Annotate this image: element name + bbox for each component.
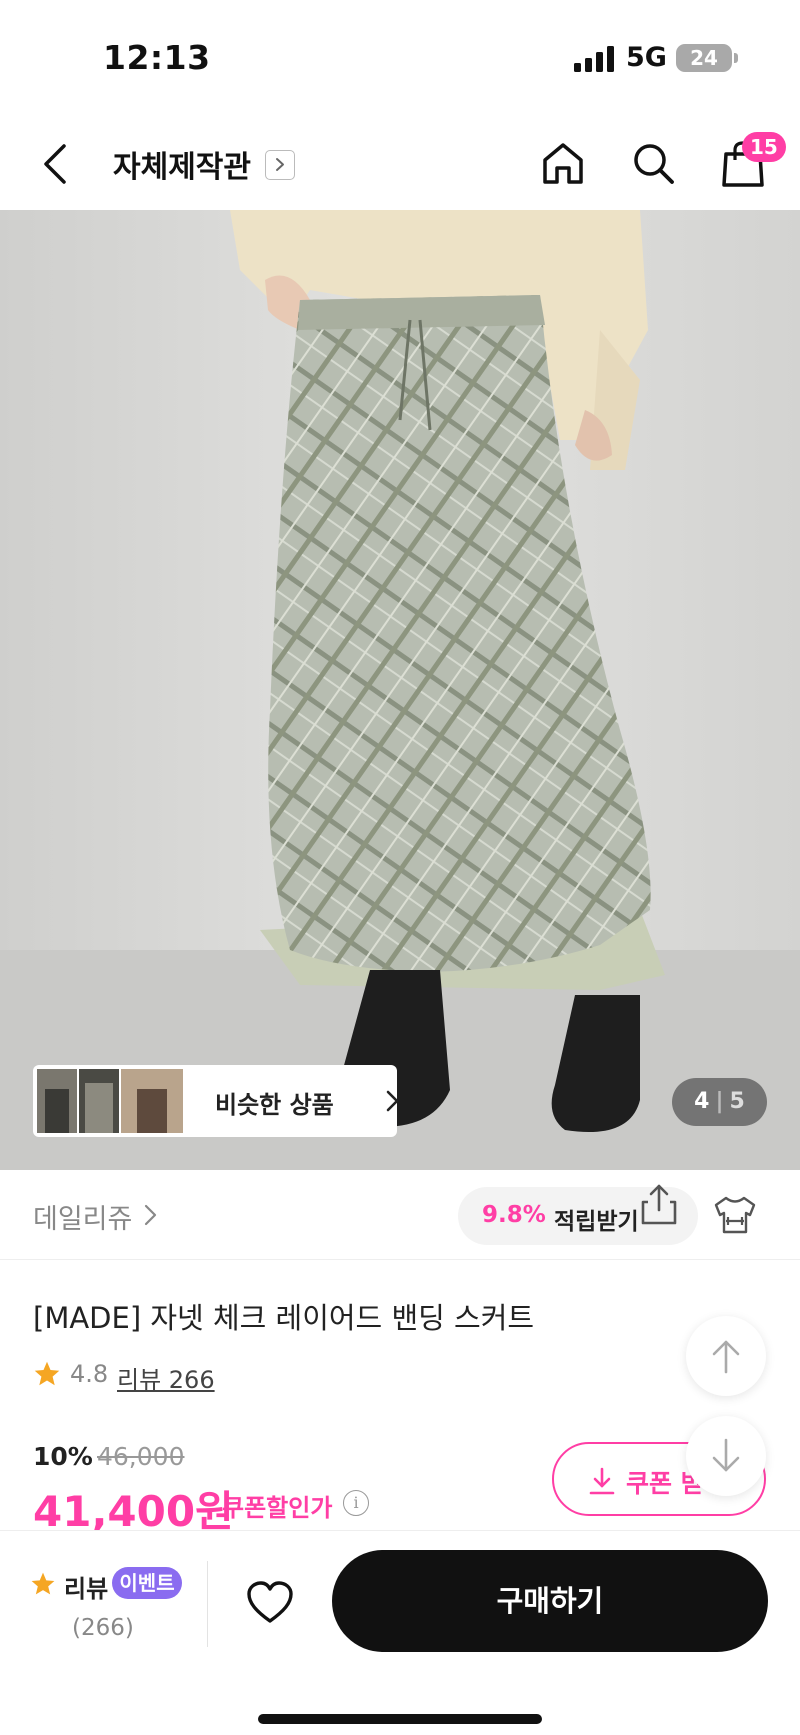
chevron-right-icon[interactable] xyxy=(265,150,295,180)
chevron-right-icon[interactable] xyxy=(143,1203,159,1227)
star-icon xyxy=(31,1572,55,1595)
status-bar: 12:13 5G 24 xyxy=(0,0,800,110)
chevron-right-icon xyxy=(386,1090,399,1112)
points-label: 적립받기 xyxy=(554,1209,639,1235)
home-indicator xyxy=(258,1714,542,1724)
discount-rate: 10% xyxy=(33,1442,93,1471)
battery-tip xyxy=(734,53,738,63)
event-badge: 이벤트 xyxy=(112,1567,182,1599)
review-summary-button[interactable]: 리뷰 이벤트 (266) xyxy=(30,1567,200,1647)
signal-icon xyxy=(574,46,614,72)
buy-button[interactable]: 구매하기 xyxy=(332,1550,768,1652)
share-icon[interactable] xyxy=(640,1182,678,1226)
similar-thumbnail xyxy=(37,1069,77,1133)
page-title[interactable]: 자체제작관 xyxy=(113,142,251,186)
image-counter-current: 4 xyxy=(694,1089,710,1114)
review-link[interactable]: 리뷰 266 xyxy=(117,1360,215,1395)
star-icon xyxy=(34,1361,60,1386)
download-icon xyxy=(589,1467,615,1495)
battery-indicator: 24 xyxy=(676,44,732,72)
arrow-up-icon xyxy=(712,1340,740,1374)
points-percent: 9.8% xyxy=(482,1202,546,1228)
search-icon[interactable] xyxy=(630,140,676,186)
review-count: (266) xyxy=(72,1615,134,1641)
scroll-top-button[interactable] xyxy=(686,1316,766,1396)
similar-thumbnail xyxy=(121,1069,183,1133)
product-image-gallery[interactable]: 비슷한 상품 4 | 5 xyxy=(0,210,800,1170)
back-icon[interactable] xyxy=(36,142,76,186)
home-icon[interactable] xyxy=(540,140,586,186)
fit-icon[interactable] xyxy=(712,1195,758,1235)
image-counter: 4 | 5 xyxy=(672,1078,767,1126)
brand-row: 데일리쥬 9.8% 적립받기 xyxy=(0,1170,800,1260)
network-type: 5G xyxy=(626,42,667,73)
status-time: 12:13 xyxy=(103,38,211,77)
scroll-bottom-button[interactable] xyxy=(686,1416,766,1496)
product-name: [MADE] 자넷 체크 레이어드 밴딩 스커트 xyxy=(33,1301,535,1335)
image-counter-total: 5 xyxy=(729,1089,745,1114)
price-note: 쿠폰할인가 xyxy=(222,1494,333,1522)
review-label: 리뷰 xyxy=(64,1575,109,1603)
similar-thumbnail xyxy=(79,1069,119,1133)
product-photo xyxy=(0,210,800,1170)
rating-score: 4.8 xyxy=(70,1360,109,1388)
top-nav: 자체제작관 15 xyxy=(0,120,800,210)
image-counter-separator: | xyxy=(715,1089,724,1114)
original-price: 46,000 xyxy=(97,1442,185,1471)
heart-icon[interactable] xyxy=(246,1581,294,1625)
info-icon[interactable]: i xyxy=(343,1490,369,1516)
similar-products-label: 비슷한 상품 xyxy=(215,1091,334,1119)
cart-count-badge: 15 xyxy=(742,132,786,162)
similar-products-button[interactable]: 비슷한 상품 xyxy=(33,1065,399,1137)
divider xyxy=(207,1561,208,1647)
arrow-down-icon xyxy=(712,1438,740,1472)
bottom-action-bar: 리뷰 이벤트 (266) 구매하기 xyxy=(0,1530,800,1735)
brand-name[interactable]: 데일리쥬 xyxy=(33,1197,132,1236)
